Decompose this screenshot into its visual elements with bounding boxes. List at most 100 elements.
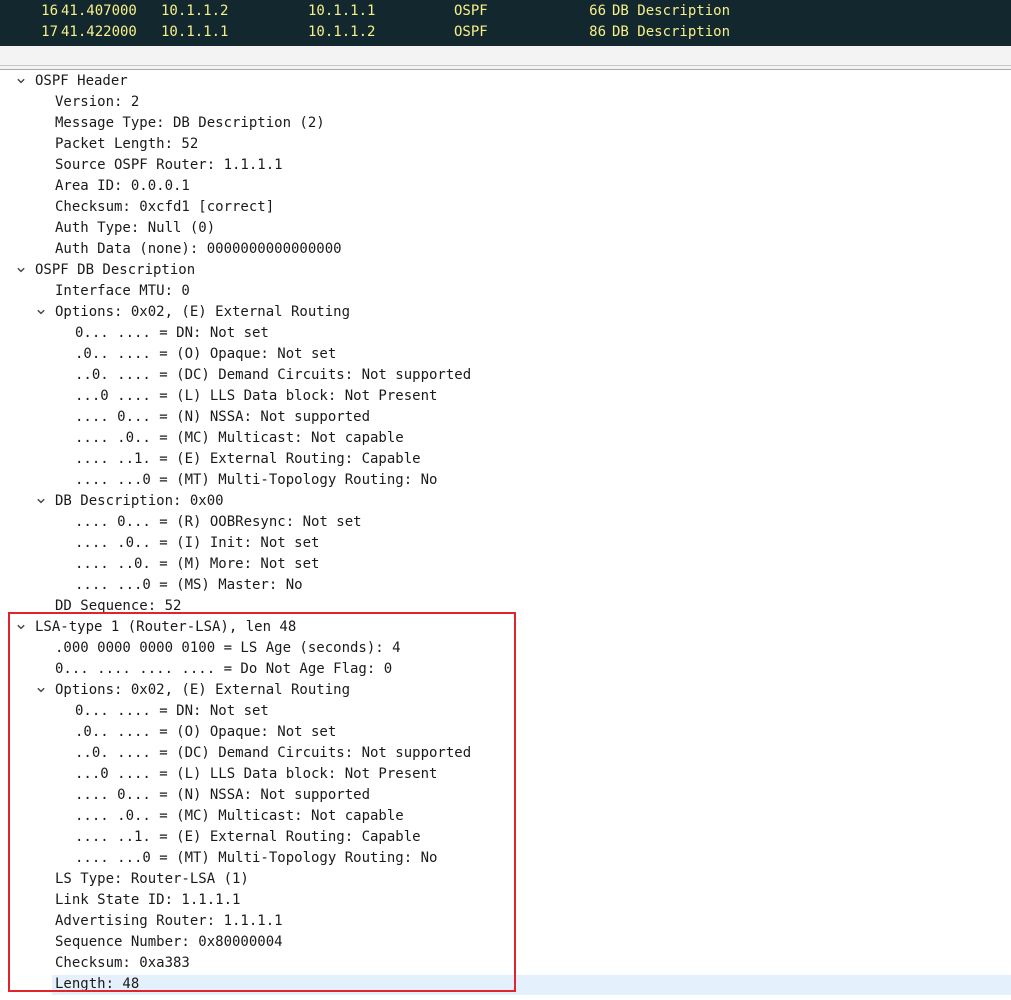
tree-field[interactable]: Interface MTU: 0: [0, 281, 1011, 302]
tree-row-label: DD Sequence: 52: [55, 598, 182, 614]
tree-field[interactable]: Area ID: 0.0.0.1: [0, 176, 1011, 197]
tree-field[interactable]: DD Sequence: 52: [0, 596, 1011, 617]
tree-row-label: Checksum: 0xcfd1 [correct]: [55, 199, 275, 215]
tree-row-label: .000 0000 0000 0100 = LS Age (seconds): …: [55, 640, 401, 656]
tree-row-label: 0... .... = DN: Not set: [75, 703, 269, 719]
tree-field[interactable]: ...0 .... = (L) LLS Data block: Not Pres…: [0, 386, 1011, 407]
tree-field[interactable]: Version: 2: [0, 92, 1011, 113]
tree-field[interactable]: ..0. .... = (DC) Demand Circuits: Not su…: [0, 743, 1011, 764]
tree-field[interactable]: .... ..1. = (E) External Routing: Capabl…: [0, 449, 1011, 470]
pane-splitter[interactable]: [0, 46, 1011, 70]
tree-row-label: .0.. .... = (O) Opaque: Not set: [75, 724, 337, 740]
tree-row-label: Version: 2: [55, 94, 140, 110]
packet-info: DB Description: [612, 24, 731, 40]
packet-protocol: OSPF: [454, 3, 488, 19]
tree-node[interactable]: OSPF DB Description: [0, 260, 1011, 281]
packet-destination: 10.1.1.2: [308, 24, 376, 40]
tree-field[interactable]: .... ..0. = (M) More: Not set: [0, 554, 1011, 575]
tree-row-label: .... .0.. = (I) Init: Not set: [75, 535, 320, 551]
tree-field[interactable]: .... .0.. = (I) Init: Not set: [0, 533, 1011, 554]
tree-field[interactable]: 0... .... = DN: Not set: [0, 701, 1011, 722]
chevron-down-icon[interactable]: [37, 686, 45, 694]
tree-field[interactable]: 0... .... .... .... = Do Not Age Flag: 0: [0, 659, 1011, 680]
tree-field[interactable]: 0... .... = DN: Not set: [0, 323, 1011, 344]
tree-field[interactable]: .... 0... = (N) NSSA: Not supported: [0, 407, 1011, 428]
tree-row-label: Interface MTU: 0: [55, 283, 190, 299]
tree-field[interactable]: Packet Length: 52: [0, 134, 1011, 155]
tree-row-label: .... ...0 = (MT) Multi-Topology Routing:…: [75, 472, 438, 488]
packet-protocol: OSPF: [454, 24, 488, 40]
tree-row-label: Options: 0x02, (E) External Routing: [55, 304, 351, 320]
tree-field[interactable]: ...0 .... = (L) LLS Data block: Not Pres…: [0, 764, 1011, 785]
tree-row-label: Source OSPF Router: 1.1.1.1: [55, 157, 283, 173]
chevron-down-icon[interactable]: [17, 77, 25, 85]
tree-field[interactable]: Length: 48: [0, 974, 1011, 995]
tree-row-label: LS Type: Router-LSA (1): [55, 871, 249, 887]
tree-row-label: .... ...0 = (MT) Multi-Topology Routing:…: [75, 850, 438, 866]
tree-row-label: Length: 48: [55, 976, 140, 992]
packet-length: 66: [589, 3, 606, 19]
tree-row-label: Packet Length: 52: [55, 136, 199, 152]
tree-field[interactable]: Auth Type: Null (0): [0, 218, 1011, 239]
packet-row-17[interactable]: 17 41.422000 10.1.1.1 10.1.1.2 OSPF 86 D…: [0, 22, 1011, 43]
tree-row-label: .... ...0 = (MS) Master: No: [75, 577, 303, 593]
tree-row-label: Link State ID: 1.1.1.1: [55, 892, 241, 908]
packet-number: 17: [41, 24, 58, 40]
tree-field[interactable]: Checksum: 0xa383: [0, 953, 1011, 974]
tree-field[interactable]: Auth Data (none): 0000000000000000: [0, 239, 1011, 260]
tree-row-label: ..0. .... = (DC) Demand Circuits: Not su…: [75, 745, 472, 761]
tree-row-label: .0.. .... = (O) Opaque: Not set: [75, 346, 337, 362]
tree-row-label: .... 0... = (R) OOBResync: Not set: [75, 514, 362, 530]
tree-field[interactable]: ..0. .... = (DC) Demand Circuits: Not su…: [0, 365, 1011, 386]
tree-field[interactable]: Link State ID: 1.1.1.1: [0, 890, 1011, 911]
chevron-down-icon[interactable]: [37, 308, 45, 316]
tree-field[interactable]: Source OSPF Router: 1.1.1.1: [0, 155, 1011, 176]
tree-field[interactable]: .... .0.. = (MC) Multicast: Not capable: [0, 428, 1011, 449]
tree-field[interactable]: .000 0000 0000 0100 = LS Age (seconds): …: [0, 638, 1011, 659]
packet-source: 10.1.1.1: [161, 24, 229, 40]
tree-node[interactable]: Options: 0x02, (E) External Routing: [0, 302, 1011, 323]
tree-row-label: Checksum: 0xa383: [55, 955, 190, 971]
tree-row-label: Sequence Number: 0x80000004: [55, 934, 283, 950]
tree-field[interactable]: Advertising Router: 1.1.1.1: [0, 911, 1011, 932]
packet-time: 41.407000: [61, 3, 137, 19]
tree-row-label: .... .0.. = (MC) Multicast: Not capable: [75, 430, 404, 446]
tree-node[interactable]: LSA-type 1 (Router-LSA), len 48: [0, 617, 1011, 638]
tree-field[interactable]: .0.. .... = (O) Opaque: Not set: [0, 344, 1011, 365]
packet-list[interactable]: 16 41.407000 10.1.1.2 10.1.1.1 OSPF 66 D…: [0, 0, 1011, 46]
tree-field[interactable]: .0.. .... = (O) Opaque: Not set: [0, 722, 1011, 743]
chevron-down-icon[interactable]: [17, 266, 25, 274]
tree-row-label: Auth Type: Null (0): [55, 220, 216, 236]
chevron-down-icon[interactable]: [17, 623, 25, 631]
tree-row-label: .... ..1. = (E) External Routing: Capabl…: [75, 451, 421, 467]
tree-row-label: ..0. .... = (DC) Demand Circuits: Not su…: [75, 367, 472, 383]
tree-field[interactable]: .... .0.. = (MC) Multicast: Not capable: [0, 806, 1011, 827]
tree-row-label: ...0 .... = (L) LLS Data block: Not Pres…: [75, 766, 438, 782]
tree-row-label: Auth Data (none): 0000000000000000: [55, 241, 342, 257]
tree-field[interactable]: Message Type: DB Description (2): [0, 113, 1011, 134]
tree-field[interactable]: .... ...0 = (MT) Multi-Topology Routing:…: [0, 470, 1011, 491]
tree-field[interactable]: Sequence Number: 0x80000004: [0, 932, 1011, 953]
tree-row-label: .... .0.. = (MC) Multicast: Not capable: [75, 808, 404, 824]
tree-field[interactable]: Checksum: 0xcfd1 [correct]: [0, 197, 1011, 218]
packet-time: 41.422000: [61, 24, 137, 40]
tree-node[interactable]: Options: 0x02, (E) External Routing: [0, 680, 1011, 701]
chevron-down-icon[interactable]: [37, 497, 45, 505]
packet-row-16[interactable]: 16 41.407000 10.1.1.2 10.1.1.1 OSPF 66 D…: [0, 1, 1011, 22]
tree-row-label: 0... .... .... .... = Do Not Age Flag: 0: [55, 661, 393, 677]
tree-field[interactable]: .... 0... = (N) NSSA: Not supported: [0, 785, 1011, 806]
tree-field[interactable]: .... ...0 = (MS) Master: No: [0, 575, 1011, 596]
tree-row-label: Advertising Router: 1.1.1.1: [55, 913, 283, 929]
tree-field[interactable]: .... ..1. = (E) External Routing: Capabl…: [0, 827, 1011, 848]
tree-row-label: Area ID: 0.0.0.1: [55, 178, 190, 194]
tree-field[interactable]: .... ...0 = (MT) Multi-Topology Routing:…: [0, 848, 1011, 869]
tree-node[interactable]: DB Description: 0x00: [0, 491, 1011, 512]
tree-field[interactable]: .... 0... = (R) OOBResync: Not set: [0, 512, 1011, 533]
tree-row-label: OSPF DB Description: [35, 262, 196, 278]
tree-row-label: .... ..1. = (E) External Routing: Capabl…: [75, 829, 421, 845]
tree-node[interactable]: OSPF Header: [0, 71, 1011, 92]
tree-field[interactable]: LS Type: Router-LSA (1): [0, 869, 1011, 890]
tree-row-label: OSPF Header: [35, 73, 128, 89]
tree-row-label: Message Type: DB Description (2): [55, 115, 325, 131]
tree-row-label: .... 0... = (N) NSSA: Not supported: [75, 409, 371, 425]
